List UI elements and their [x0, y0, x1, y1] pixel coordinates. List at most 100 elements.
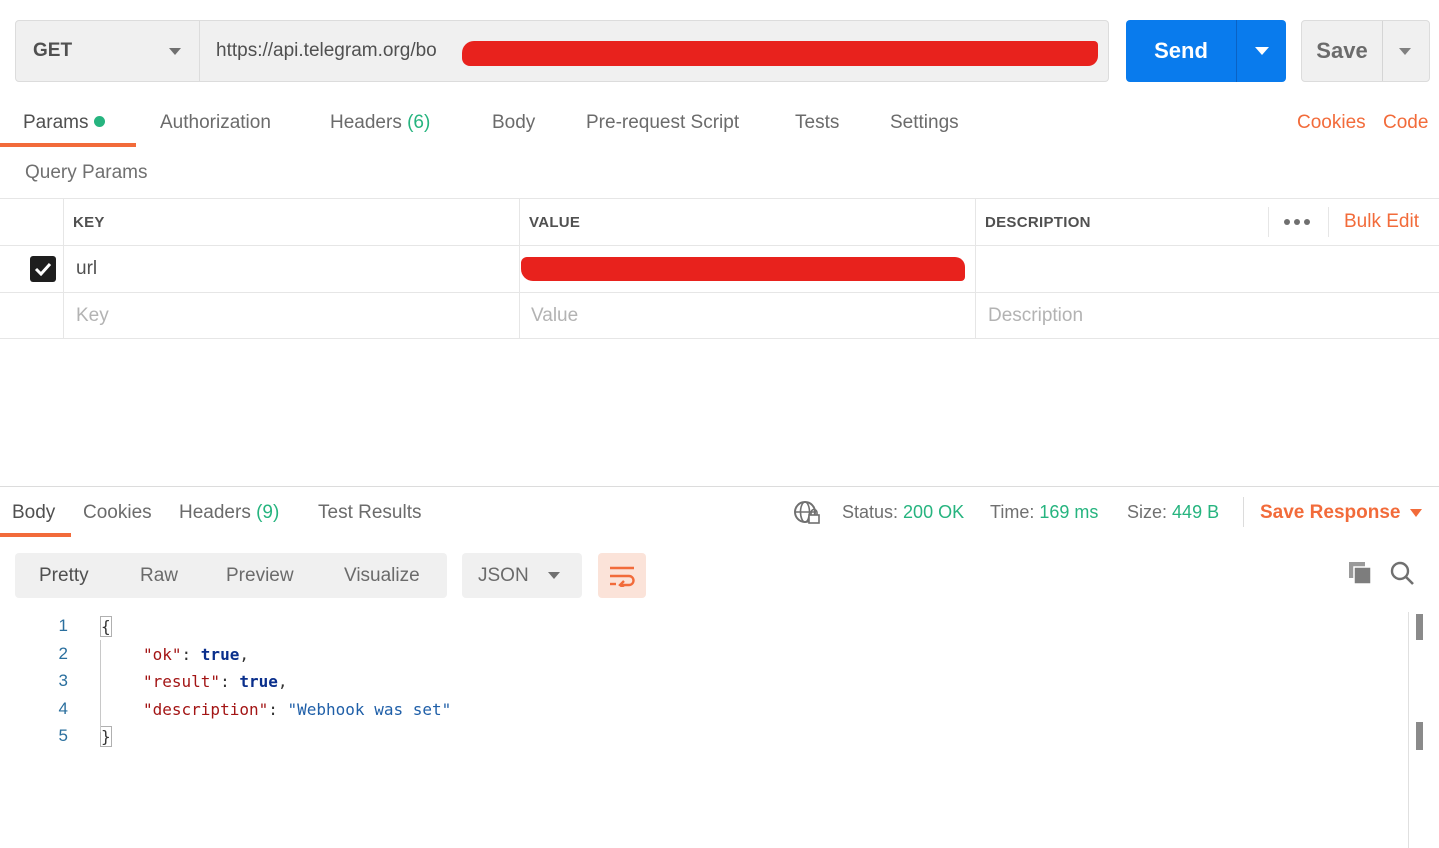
search-icon[interactable]	[1389, 560, 1415, 591]
code-line: 1 {	[0, 612, 1410, 640]
code-text: "result": true,	[143, 672, 288, 691]
send-options-chevron-icon[interactable]	[1255, 47, 1269, 55]
response-tab-test-results[interactable]: Test Results	[318, 502, 421, 524]
response-tab-body[interactable]: Body	[12, 502, 55, 524]
param-key-cell[interactable]: url	[76, 246, 97, 292]
line-number: 3	[58, 671, 68, 690]
response-size[interactable]: Size: 449 B	[1127, 502, 1219, 523]
tab-body[interactable]: Body	[492, 112, 535, 134]
scrollbar-marker[interactable]	[1416, 722, 1423, 750]
new-description-input[interactable]: Description	[988, 293, 1083, 338]
bulk-edit-link[interactable]: Bulk Edit	[1344, 199, 1419, 245]
response-tab-cookies[interactable]: Cookies	[83, 502, 152, 524]
send-split-divider	[1236, 20, 1237, 82]
json-string: "Webhook was set"	[287, 699, 452, 719]
view-mode-group: Pretty Raw Preview Visualize	[15, 553, 447, 598]
tab-body-label: Body	[492, 112, 536, 133]
view-mode-visualize[interactable]: Visualize	[344, 565, 420, 587]
time-label: Time:	[990, 502, 1035, 522]
save-options-chevron-icon[interactable]	[1399, 47, 1411, 55]
table-header-row: KEY VALUE DESCRIPTION Bulk Edit	[0, 198, 1439, 245]
tab-headers-count: (6)	[407, 112, 431, 133]
tab-tests[interactable]: Tests	[795, 112, 839, 134]
status-label: Status:	[842, 502, 899, 522]
json-boolean: true	[239, 672, 278, 691]
json-key: "description"	[143, 699, 269, 719]
save-response-chevron-icon[interactable]	[1410, 509, 1422, 517]
more-options-icon[interactable]	[1283, 199, 1311, 245]
param-enabled-checkbox[interactable]	[30, 246, 56, 292]
format-label: JSON	[478, 565, 529, 586]
response-status[interactable]: Status: 200 OK	[842, 502, 964, 523]
query-params-title: Query Params	[25, 162, 148, 183]
save-split-divider	[1382, 21, 1383, 81]
column-divider	[975, 293, 976, 338]
tab-authorization[interactable]: Authorization	[160, 112, 271, 134]
send-button[interactable]: Send	[1126, 20, 1286, 82]
code-line: 3 "result": true,	[0, 667, 1410, 695]
tab-headers[interactable]: Headers (6)	[330, 112, 430, 134]
value-redaction-mark	[521, 257, 965, 281]
response-active-tab-indicator	[0, 533, 71, 537]
cookies-link-label: Cookies	[1297, 112, 1366, 133]
column-divider	[63, 199, 64, 245]
view-mode-raw[interactable]: Raw	[140, 565, 178, 587]
column-divider	[63, 293, 64, 338]
save-button[interactable]: Save	[1301, 20, 1430, 82]
response-tab-headers[interactable]: Headers (9)	[179, 502, 279, 524]
column-divider	[519, 199, 520, 245]
json-separator: :	[181, 644, 201, 664]
column-divider	[1268, 207, 1269, 237]
key-column-header: KEY	[73, 213, 105, 231]
editor-scrollbar-track	[1408, 612, 1409, 848]
method-select[interactable]: GET	[15, 20, 200, 82]
copy-icon[interactable]	[1347, 560, 1373, 591]
code-line: 4 "description": "Webhook was set"	[0, 695, 1410, 723]
wrap-lines-button[interactable]	[598, 553, 646, 598]
save-response-button[interactable]: Save Response	[1260, 502, 1400, 524]
cookies-link[interactable]: Cookies	[1297, 112, 1366, 134]
close-brace: }	[100, 726, 112, 747]
tab-params[interactable]: Params	[23, 112, 106, 134]
wrap-lines-icon	[610, 566, 635, 587]
line-number: 4	[58, 698, 68, 718]
response-time[interactable]: Time: 169 ms	[990, 502, 1098, 523]
view-mode-pretty[interactable]: Pretty	[39, 565, 89, 587]
pane-divider[interactable]	[0, 486, 1439, 487]
size-label: Size:	[1127, 502, 1168, 522]
tab-prerequest-script[interactable]: Pre-request Script	[586, 112, 739, 134]
response-separator	[1243, 497, 1244, 527]
column-divider	[63, 246, 64, 292]
table-row-empty: Key Value Description	[0, 292, 1439, 339]
checkmark-icon	[30, 256, 56, 282]
json-key: "result"	[143, 672, 221, 691]
tab-tests-label: Tests	[795, 112, 840, 133]
chevron-down-icon	[169, 48, 181, 55]
scrollbar-thumb[interactable]	[1416, 614, 1423, 640]
code-text: {	[100, 616, 112, 637]
tab-settings-label: Settings	[890, 112, 959, 133]
new-value-input[interactable]: Value	[531, 293, 578, 338]
json-separator: :	[220, 672, 240, 691]
code-line: 5 }	[0, 722, 1410, 750]
network-globe-icon[interactable]	[793, 500, 821, 531]
response-body-editor[interactable]: 1 { 2 "ok": true, 3 "result": true, 4 "d…	[0, 612, 1410, 750]
size-value: 449 B	[1172, 502, 1220, 522]
code-text: "ok": true,	[143, 645, 249, 664]
code-text: "description": "Webhook was set"	[143, 700, 451, 719]
new-key-input[interactable]: Key	[76, 293, 109, 338]
indent-guide	[100, 640, 101, 732]
line-number: 2	[58, 643, 68, 663]
json-comma: ,	[277, 672, 288, 691]
view-mode-preview[interactable]: Preview	[226, 565, 294, 587]
format-select[interactable]: JSON	[462, 553, 582, 598]
tab-settings[interactable]: Settings	[890, 112, 959, 134]
column-divider	[519, 293, 520, 338]
json-boolean: true	[200, 644, 240, 664]
line-number: 5	[58, 726, 68, 745]
send-label: Send	[1154, 38, 1208, 63]
code-link[interactable]: Code	[1383, 112, 1428, 134]
open-brace: {	[100, 616, 112, 637]
line-number: 1	[58, 616, 68, 635]
chevron-down-icon	[548, 572, 560, 579]
